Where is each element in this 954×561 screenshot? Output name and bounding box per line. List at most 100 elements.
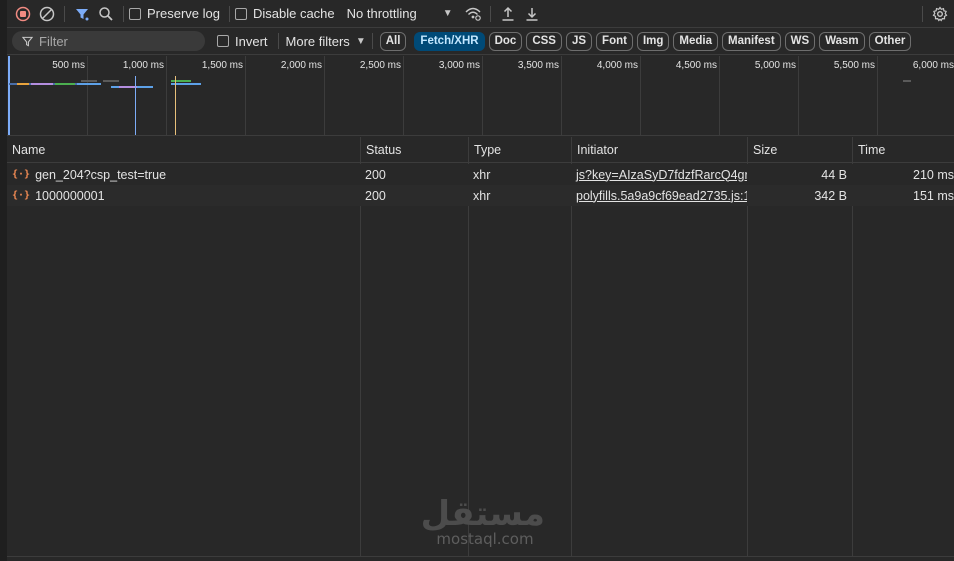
request-size: 44 B [821,167,847,182]
disable-cache-checkbox[interactable]: Disable cache [234,6,335,21]
requests-table-header: Name Status Type Initiator Size Time [7,137,954,163]
overview-tick-label: 3,000 ms [438,60,480,71]
request-name: gen_204?csp_test=true [35,167,167,182]
preserve-log-checkbox[interactable]: Preserve log [129,6,220,21]
request-status: 200 [365,188,386,203]
toolbar-divider [277,33,279,49]
watermark-arabic: مستقل [420,494,545,534]
toolbar-divider [64,5,65,22]
overview-gridline [324,56,325,135]
preserve-log-label: Preserve log [147,6,220,21]
filter-pill-all[interactable]: All [379,31,407,51]
checkbox-box[interactable] [129,7,141,20]
export-har-icon[interactable] [520,2,544,26]
toolbar-divider [123,5,124,22]
record-stop-icon[interactable] [11,2,35,26]
filter-pill-js[interactable]: JS [565,31,593,51]
filter-input[interactable] [39,33,189,49]
overview-tick-label: 6,000 ms [912,60,954,71]
overview-tick-label: 4,500 ms [675,60,717,71]
overview-request-bar [903,80,911,82]
more-filters-label: More filters [285,33,350,49]
column-header-type[interactable]: Type [468,137,571,163]
column-header-size[interactable]: Size [747,137,852,163]
table-row[interactable]: {·} 1000000001 200 xhr polyfills.5a9a9cf… [7,185,954,206]
filter-pill-img[interactable]: Img [636,31,670,51]
column-header-status[interactable]: Status [360,137,468,163]
overview-tick-label: 5,000 ms [754,60,796,71]
overview-request-bar [31,83,53,85]
filter-pill-doc[interactable]: Doc [488,31,523,51]
overview-gridline [798,56,799,135]
filter-toolbar: Invert More filters ▼ All Fetch/XHRDocCSS… [7,28,954,55]
request-time: 151 ms [913,188,954,203]
request-name-cell[interactable]: {·} gen_204?csp_test=true [7,164,360,185]
column-header-name[interactable]: Name [7,137,360,163]
table-bottom-border [7,556,954,557]
overview-tick-label: 2,000 ms [280,60,322,71]
more-filters-dropdown[interactable]: More filters ▼ [286,34,366,49]
column-header-initiator[interactable]: Initiator [571,137,747,163]
overview-tick-label: 1,500 ms [201,60,243,71]
search-icon[interactable] [94,2,118,26]
filter-pill-font[interactable]: Font [596,31,633,51]
request-initiator-link[interactable]: js?key=AIzaSyD7fdzfRarcQ4grYv [576,168,747,182]
column-header-time[interactable]: Time [852,137,954,163]
filter-input-wrapper[interactable] [12,31,205,51]
filter-pill-other[interactable]: Other [868,31,912,51]
request-initiator-cell: js?key=AIzaSyD7fdzfRarcQ4grYv [571,164,747,185]
overview-request-bar [81,80,97,82]
request-name-cell[interactable]: {·} 1000000001 [7,185,360,206]
request-type: xhr [473,167,491,182]
resource-type-filters: All Fetch/XHR Doc CSS JS Font Img Media Manifest… [378,31,916,51]
toolbar-divider [228,5,230,22]
overview-load-line [175,76,176,135]
checkbox-box[interactable] [217,35,229,47]
throttling-select[interactable]: No throttling ▼ [347,6,453,21]
filter-pill-media[interactable]: Media [673,31,718,51]
overview-request-bar [77,83,101,85]
watermark-latin: mostaql.com [436,530,534,548]
table-row[interactable]: {·} gen_204?csp_test=true 200 xhr js?key… [7,164,954,185]
request-size: 342 B [814,188,847,203]
overview-gridline [877,56,878,135]
overview-request-bar [171,80,191,82]
overview-request-bar [17,83,29,85]
checkbox-box[interactable] [234,7,247,20]
filter-icon[interactable] [70,2,94,26]
network-toolbar: Preserve log Disable cache No throttling… [7,0,954,28]
overview-tick-label: 3,500 ms [517,60,559,71]
request-type: xhr [473,188,491,203]
chevron-down-icon: ▼ [355,35,366,47]
clear-icon[interactable] [35,2,59,26]
filter-pill-css[interactable]: CSS [526,31,562,51]
overview-tick-label: 4,000 ms [596,60,638,71]
disable-cache-label: Disable cache [252,6,335,21]
toolbar-divider [922,5,923,22]
overview-tick-label: 1,000 ms [122,60,164,71]
network-overview: 500 ms 1,000 ms 1,500 ms 2,000 ms 2,500 ms 3,… [7,56,954,136]
overview-tick-label: 5,500 ms [833,60,875,71]
overview-domcontentloaded-line [135,76,136,135]
request-initiator-link[interactable]: polyfills.5a9a9cf69ead2735.js:1 [576,189,747,203]
filter-pill-manifest[interactable]: Manifest [722,31,781,51]
xhr-request-icon: {·} [12,190,31,201]
settings-icon[interactable] [928,2,952,26]
overview-request-bar [55,83,75,85]
invert-label: Invert [235,33,268,49]
filter-pill-wasm[interactable]: Wasm [819,31,865,51]
invert-checkbox[interactable]: Invert [217,34,268,49]
overview-gridline [166,56,167,135]
filter-pill-fetch-xhr[interactable]: Fetch/XHR [414,31,485,51]
overview-tick-label: 500 ms [52,60,85,71]
request-status: 200 [365,167,386,182]
overview-selection-start [8,56,10,135]
import-har-icon[interactable] [496,2,520,26]
devtools-network-panel: Preserve log Disable cache No throttling… [7,0,954,561]
overview-gridline [482,56,483,135]
watermark: مستقل mostaql.com [420,494,545,549]
filter-pill-ws[interactable]: WS [784,31,816,51]
overview-gridline [719,56,720,135]
request-initiator-cell: polyfills.5a9a9cf69ead2735.js:1 [571,185,747,206]
network-conditions-icon[interactable] [461,2,485,26]
